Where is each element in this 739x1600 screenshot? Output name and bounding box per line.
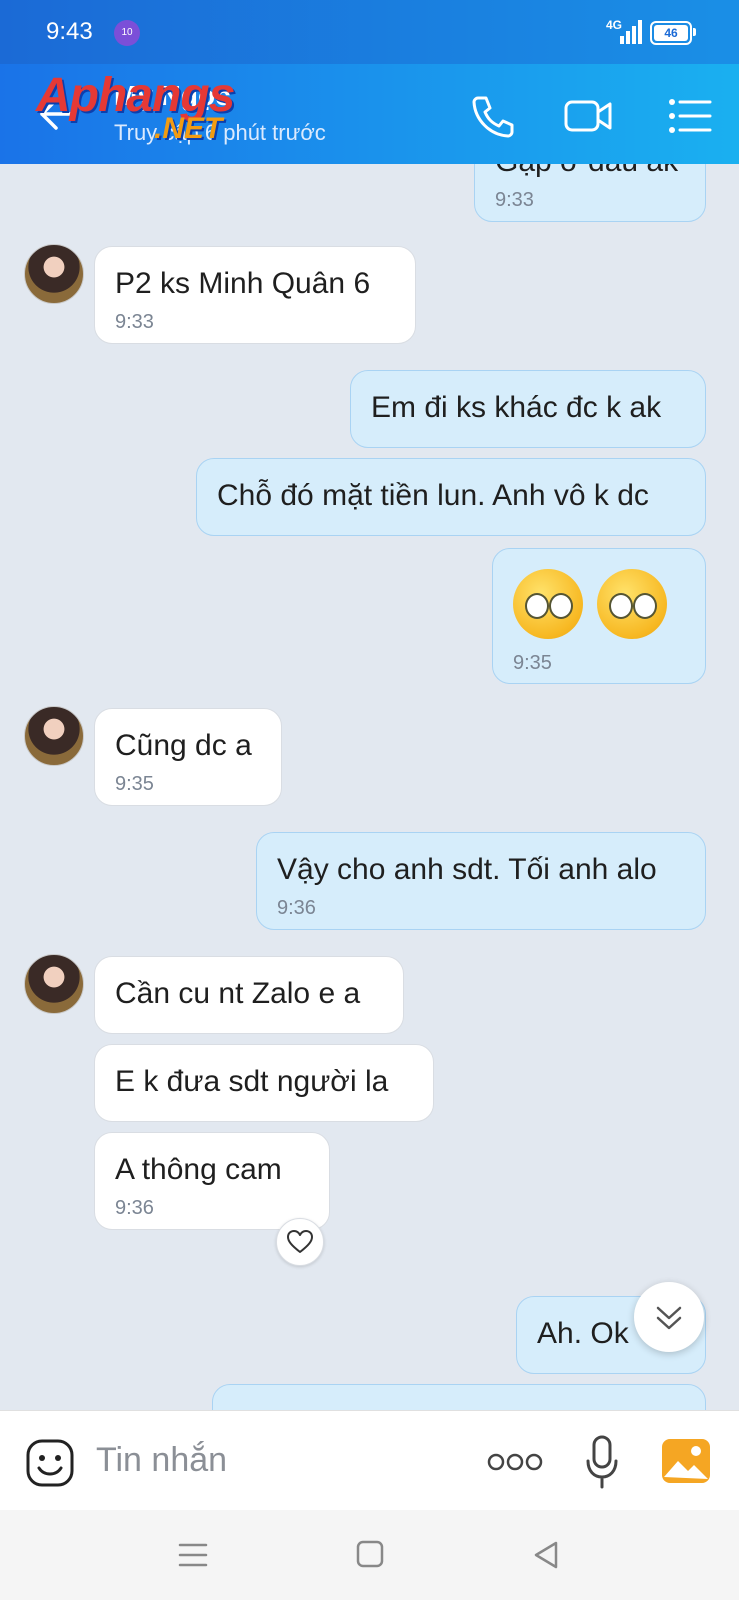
image-gallery-icon[interactable] [660,1437,712,1485]
message-bubble-outgoing[interactable]: Gặp ở đâu ak 9:33 [474,164,706,222]
scroll-down-chevron-icon[interactable] [634,1282,704,1352]
system-navigation-bar [0,1510,739,1600]
video-call-icon[interactable] [562,90,614,142]
microphone-icon[interactable] [582,1433,622,1493]
status-bar: 9:43 10 4G 46 [0,0,739,64]
react-heart-icon[interactable] [276,1218,324,1266]
message-time: 9:35 [115,773,154,795]
message-time: 9:35 [513,652,552,674]
message-bubble-incoming[interactable]: Cũng dc a 9:35 [94,708,282,806]
message-bubble-incoming[interactable]: A thông cam 9:36 [94,1132,330,1230]
message-text: Em đi ks khác đc k ak [371,391,662,424]
message-bubble-incoming[interactable]: Cần cu nt Zalo e a [94,956,404,1034]
status-time: 9:43 [46,18,93,45]
message-text: E k đưa sdt người la [115,1065,389,1098]
recent-apps-icon[interactable] [178,1542,208,1568]
pleading-face-icon [513,569,583,639]
emoji-row [513,569,685,644]
pleading-face-icon [597,569,667,639]
signal-icon [620,20,642,44]
message-text: P2 ks Minh Quân 6 [115,267,371,300]
menu-list-icon[interactable] [664,90,716,142]
emoji-sticker-icon[interactable] [24,1437,76,1489]
message-time: 9:36 [277,897,316,919]
message-bubble-outgoing[interactable]: Chỗ đó mặt tiền lun. Anh vô k dc [196,458,706,536]
message-time: 9:33 [115,311,154,333]
chat-messages-area[interactable]: Gặp ở đâu ak 9:33 P2 ks Minh Quân 6 9:33… [0,164,739,1410]
battery-icon: 46 [650,21,696,45]
last-seen-status: Truy cập 6 phút trước [114,120,326,145]
message-input-bar: Tin nhắn [0,1410,739,1511]
message-text: Cũng dc a [115,729,252,762]
avatar[interactable] [24,244,84,304]
message-text: Cần cu nt Zalo e a [115,977,361,1010]
back-arrow-icon[interactable] [36,92,80,136]
avatar[interactable] [24,706,84,766]
message-text: Chỗ đó mặt tiền lun. Anh vô k dc [217,479,649,512]
chat-header: My Ngọc Truy cập 6 phút trước Aphangs .N… [0,64,739,164]
back-nav-icon[interactable] [532,1540,560,1570]
message-bubble-incoming[interactable]: E k đưa sdt người la [94,1044,434,1122]
notification-badge-icon: 10 [114,20,140,46]
message-text: A thông cam [115,1153,282,1186]
message-bubble-outgoing-partial[interactable] [212,1384,706,1410]
message-text: Gặp ở đâu ak [495,164,685,179]
message-bubble-incoming[interactable]: P2 ks Minh Quân 6 9:33 [94,246,416,344]
message-time: 9:33 [495,189,534,211]
phone-icon[interactable] [466,90,518,142]
message-bubble-outgoing[interactable]: 9:35 [492,548,706,684]
message-bubble-outgoing[interactable]: Vậy cho anh sdt. Tối anh alo 9:36 [256,832,706,930]
message-text: Vậy cho anh sdt. Tối anh alo [277,853,657,886]
avatar[interactable] [24,954,84,1014]
message-bubble-outgoing[interactable]: Em đi ks khác đc k ak [350,370,706,448]
contact-name[interactable]: My Ngọc [114,80,231,112]
message-time: 9:36 [115,1197,154,1219]
home-icon[interactable] [356,1540,384,1568]
more-options-icon[interactable] [486,1451,544,1473]
message-input[interactable]: Tin nhắn [96,1441,227,1480]
battery-level: 46 [654,25,688,41]
